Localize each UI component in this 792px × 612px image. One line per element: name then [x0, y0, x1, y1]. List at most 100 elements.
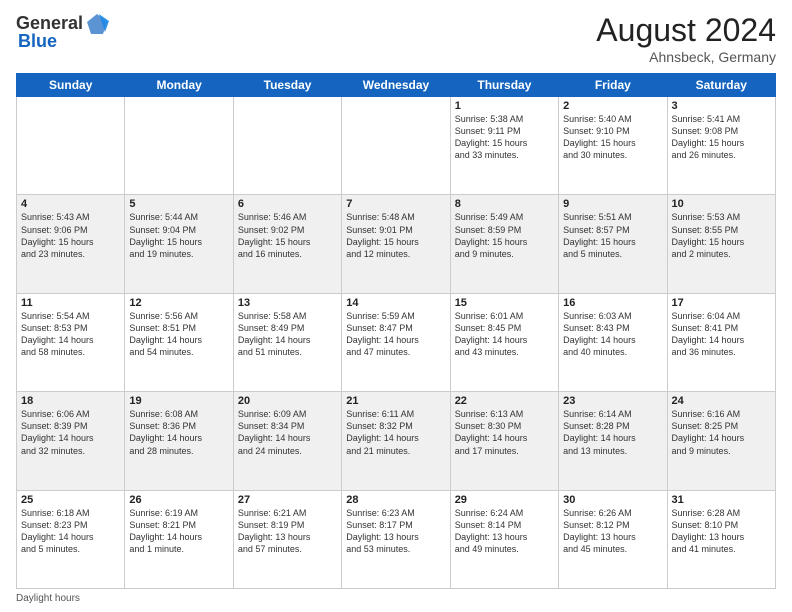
page: General Blue August 2024 Ahnsbeck, Germa… [0, 0, 792, 612]
calendar-day-cell: 5Sunrise: 5:44 AM Sunset: 9:04 PM Daylig… [125, 195, 233, 293]
day-number: 22 [455, 395, 554, 407]
day-info: Sunrise: 6:09 AM Sunset: 8:34 PM Dayligh… [238, 408, 337, 457]
calendar-week-row: 1Sunrise: 5:38 AM Sunset: 9:11 PM Daylig… [17, 97, 776, 195]
header: General Blue August 2024 Ahnsbeck, Germa… [16, 12, 776, 65]
calendar-day-cell: 22Sunrise: 6:13 AM Sunset: 8:30 PM Dayli… [450, 392, 558, 490]
day-info: Sunrise: 5:46 AM Sunset: 9:02 PM Dayligh… [238, 211, 337, 260]
logo: General Blue [16, 12, 109, 52]
calendar-day-header: Monday [125, 74, 233, 97]
day-info: Sunrise: 5:59 AM Sunset: 8:47 PM Dayligh… [346, 310, 445, 359]
day-number: 16 [563, 297, 662, 309]
calendar-day-cell: 4Sunrise: 5:43 AM Sunset: 9:06 PM Daylig… [17, 195, 125, 293]
day-number: 26 [129, 494, 228, 506]
day-info: Sunrise: 6:13 AM Sunset: 8:30 PM Dayligh… [455, 408, 554, 457]
calendar-day-cell [342, 97, 450, 195]
calendar-day-cell: 9Sunrise: 5:51 AM Sunset: 8:57 PM Daylig… [559, 195, 667, 293]
calendar-day-cell: 16Sunrise: 6:03 AM Sunset: 8:43 PM Dayli… [559, 293, 667, 391]
day-number: 27 [238, 494, 337, 506]
day-number: 5 [129, 198, 228, 210]
calendar-day-cell: 17Sunrise: 6:04 AM Sunset: 8:41 PM Dayli… [667, 293, 775, 391]
calendar-day-cell: 18Sunrise: 6:06 AM Sunset: 8:39 PM Dayli… [17, 392, 125, 490]
month-year: August 2024 [596, 12, 776, 49]
day-info: Sunrise: 6:03 AM Sunset: 8:43 PM Dayligh… [563, 310, 662, 359]
calendar-day-cell: 13Sunrise: 5:58 AM Sunset: 8:49 PM Dayli… [233, 293, 341, 391]
day-number: 3 [672, 100, 771, 112]
calendar-day-cell: 25Sunrise: 6:18 AM Sunset: 8:23 PM Dayli… [17, 490, 125, 588]
day-number: 12 [129, 297, 228, 309]
day-number: 6 [238, 198, 337, 210]
day-number: 31 [672, 494, 771, 506]
calendar-day-cell: 1Sunrise: 5:38 AM Sunset: 9:11 PM Daylig… [450, 97, 558, 195]
day-number: 19 [129, 395, 228, 407]
calendar-day-cell: 24Sunrise: 6:16 AM Sunset: 8:25 PM Dayli… [667, 392, 775, 490]
day-info: Sunrise: 6:04 AM Sunset: 8:41 PM Dayligh… [672, 310, 771, 359]
day-number: 28 [346, 494, 445, 506]
calendar-day-header: Friday [559, 74, 667, 97]
calendar-day-header: Wednesday [342, 74, 450, 97]
day-number: 20 [238, 395, 337, 407]
calendar-day-header: Thursday [450, 74, 558, 97]
calendar-day-cell: 12Sunrise: 5:56 AM Sunset: 8:51 PM Dayli… [125, 293, 233, 391]
day-number: 23 [563, 395, 662, 407]
calendar-day-cell: 29Sunrise: 6:24 AM Sunset: 8:14 PM Dayli… [450, 490, 558, 588]
calendar-day-cell: 27Sunrise: 6:21 AM Sunset: 8:19 PM Dayli… [233, 490, 341, 588]
day-number: 29 [455, 494, 554, 506]
calendar-day-cell: 2Sunrise: 5:40 AM Sunset: 9:10 PM Daylig… [559, 97, 667, 195]
calendar-week-row: 11Sunrise: 5:54 AM Sunset: 8:53 PM Dayli… [17, 293, 776, 391]
day-info: Sunrise: 6:26 AM Sunset: 8:12 PM Dayligh… [563, 507, 662, 556]
calendar-week-row: 4Sunrise: 5:43 AM Sunset: 9:06 PM Daylig… [17, 195, 776, 293]
calendar-day-cell [17, 97, 125, 195]
day-info: Sunrise: 6:06 AM Sunset: 8:39 PM Dayligh… [21, 408, 120, 457]
day-info: Sunrise: 6:21 AM Sunset: 8:19 PM Dayligh… [238, 507, 337, 556]
day-info: Sunrise: 5:48 AM Sunset: 9:01 PM Dayligh… [346, 211, 445, 260]
day-number: 30 [563, 494, 662, 506]
calendar-day-cell: 6Sunrise: 5:46 AM Sunset: 9:02 PM Daylig… [233, 195, 341, 293]
calendar-day-header: Sunday [17, 74, 125, 97]
day-number: 11 [21, 297, 120, 309]
day-number: 13 [238, 297, 337, 309]
calendar-day-cell [125, 97, 233, 195]
day-info: Sunrise: 6:01 AM Sunset: 8:45 PM Dayligh… [455, 310, 554, 359]
day-number: 25 [21, 494, 120, 506]
day-number: 10 [672, 198, 771, 210]
calendar-day-cell: 19Sunrise: 6:08 AM Sunset: 8:36 PM Dayli… [125, 392, 233, 490]
day-number: 9 [563, 198, 662, 210]
day-number: 18 [21, 395, 120, 407]
day-number: 15 [455, 297, 554, 309]
day-number: 24 [672, 395, 771, 407]
day-info: Sunrise: 6:19 AM Sunset: 8:21 PM Dayligh… [129, 507, 228, 556]
calendar-day-cell: 23Sunrise: 6:14 AM Sunset: 8:28 PM Dayli… [559, 392, 667, 490]
day-info: Sunrise: 5:58 AM Sunset: 8:49 PM Dayligh… [238, 310, 337, 359]
day-number: 8 [455, 198, 554, 210]
calendar-day-cell: 7Sunrise: 5:48 AM Sunset: 9:01 PM Daylig… [342, 195, 450, 293]
calendar-day-header: Saturday [667, 74, 775, 97]
day-number: 17 [672, 297, 771, 309]
calendar-week-row: 25Sunrise: 6:18 AM Sunset: 8:23 PM Dayli… [17, 490, 776, 588]
day-info: Sunrise: 6:23 AM Sunset: 8:17 PM Dayligh… [346, 507, 445, 556]
calendar-day-cell: 15Sunrise: 6:01 AM Sunset: 8:45 PM Dayli… [450, 293, 558, 391]
day-info: Sunrise: 6:18 AM Sunset: 8:23 PM Dayligh… [21, 507, 120, 556]
logo-icon [85, 12, 109, 36]
calendar-day-cell: 26Sunrise: 6:19 AM Sunset: 8:21 PM Dayli… [125, 490, 233, 588]
calendar-day-cell: 20Sunrise: 6:09 AM Sunset: 8:34 PM Dayli… [233, 392, 341, 490]
calendar-day-cell: 31Sunrise: 6:28 AM Sunset: 8:10 PM Dayli… [667, 490, 775, 588]
day-info: Sunrise: 5:43 AM Sunset: 9:06 PM Dayligh… [21, 211, 120, 260]
location: Ahnsbeck, Germany [596, 49, 776, 65]
calendar-day-cell: 14Sunrise: 5:59 AM Sunset: 8:47 PM Dayli… [342, 293, 450, 391]
day-info: Sunrise: 5:51 AM Sunset: 8:57 PM Dayligh… [563, 211, 662, 260]
day-number: 21 [346, 395, 445, 407]
calendar-day-cell: 3Sunrise: 5:41 AM Sunset: 9:08 PM Daylig… [667, 97, 775, 195]
day-info: Sunrise: 5:44 AM Sunset: 9:04 PM Dayligh… [129, 211, 228, 260]
logo-blue-text: Blue [18, 32, 57, 52]
day-info: Sunrise: 6:11 AM Sunset: 8:32 PM Dayligh… [346, 408, 445, 457]
calendar-table: SundayMondayTuesdayWednesdayThursdayFrid… [16, 73, 776, 589]
calendar-day-cell: 21Sunrise: 6:11 AM Sunset: 8:32 PM Dayli… [342, 392, 450, 490]
day-info: Sunrise: 5:49 AM Sunset: 8:59 PM Dayligh… [455, 211, 554, 260]
calendar-day-cell: 28Sunrise: 6:23 AM Sunset: 8:17 PM Dayli… [342, 490, 450, 588]
day-info: Sunrise: 5:54 AM Sunset: 8:53 PM Dayligh… [21, 310, 120, 359]
title-block: August 2024 Ahnsbeck, Germany [596, 12, 776, 65]
calendar-day-header: Tuesday [233, 74, 341, 97]
footer-note: Daylight hours [16, 593, 776, 604]
day-info: Sunrise: 6:16 AM Sunset: 8:25 PM Dayligh… [672, 408, 771, 457]
day-info: Sunrise: 5:56 AM Sunset: 8:51 PM Dayligh… [129, 310, 228, 359]
